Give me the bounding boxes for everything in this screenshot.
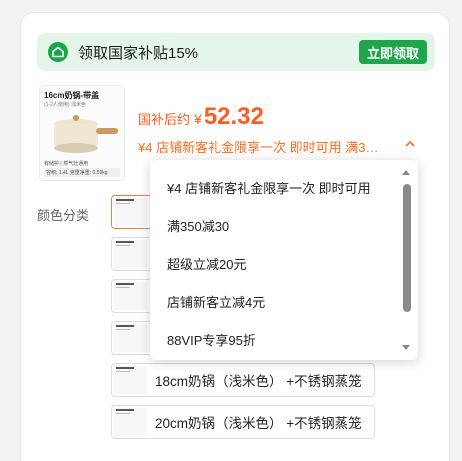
promo-item[interactable]: 满350减30: [167, 216, 229, 235]
house-icon: [48, 42, 68, 62]
scroll-up-arrow-icon[interactable]: [402, 170, 410, 175]
option-thumbnail: [114, 366, 147, 394]
option-thumbnail: [114, 324, 147, 352]
color-option[interactable]: 20cm奶锅（浅米色） +不锈钢蒸笼: [111, 405, 375, 439]
price-row: 国补后约 ¥ 52.32: [138, 103, 264, 131]
price-value: 52.32: [203, 103, 264, 130]
subsidy-text: 领取国家补贴15%: [78, 44, 199, 62]
promo-item[interactable]: 超级立减20元: [167, 254, 246, 273]
price-label: 国补后约: [138, 112, 191, 127]
thumb-spec: 容积: 1.4L 克重净重: 0.59kg: [44, 168, 120, 177]
claim-subsidy-button[interactable]: 立即领取: [358, 40, 427, 64]
option-label: 18cm奶锅（浅米色） +不锈钢蒸笼: [155, 374, 362, 389]
promo-item[interactable]: 88VIP专享95折: [167, 330, 256, 349]
promo-item[interactable]: ¥4 店铺新客礼金限享一次 即时可用: [167, 178, 371, 197]
thumb-title: 16cm奶锅-带盖: [44, 91, 100, 100]
option-thumbnail: [114, 408, 147, 436]
scrollbar-thumb[interactable]: [403, 184, 411, 312]
scroll-down-arrow-icon[interactable]: [402, 345, 410, 350]
color-category-label: 颜色分类: [37, 208, 90, 223]
color-option[interactable]: 18cm奶锅（浅米色） +不锈钢蒸笼: [111, 363, 375, 397]
product-thumbnail[interactable]: 16cm奶锅-带盖 (1-2人使用) 浅米色 有储护 | 燃气灶通用 容积: 1…: [39, 85, 125, 181]
thumb-footer: 有储护 | 燃气灶通用: [44, 161, 89, 167]
price-currency: ¥: [194, 111, 202, 127]
promo-summary[interactable]: ¥4 店铺新客礼金限享一次 即时可用 满3…: [138, 137, 416, 156]
promo-dropdown: ¥4 店铺新客礼金限享一次 即时可用 满350减30 超级立减20元 店铺新客立…: [150, 160, 418, 360]
promo-item[interactable]: 店铺新客立减4元: [167, 292, 265, 311]
subsidy-banner: 领取国家补贴15% 立即领取: [37, 33, 435, 71]
option-label: 20cm奶锅（浅米色） +不锈钢蒸笼: [155, 416, 362, 431]
thumb-subtitle: (1-2人使用) 浅米色: [44, 102, 86, 108]
chevron-up-icon[interactable]: [404, 138, 416, 150]
option-thumbnail: [114, 240, 147, 268]
option-thumbnail: [114, 282, 147, 310]
saucepan-image: [54, 115, 118, 153]
option-thumbnail: [114, 198, 147, 226]
